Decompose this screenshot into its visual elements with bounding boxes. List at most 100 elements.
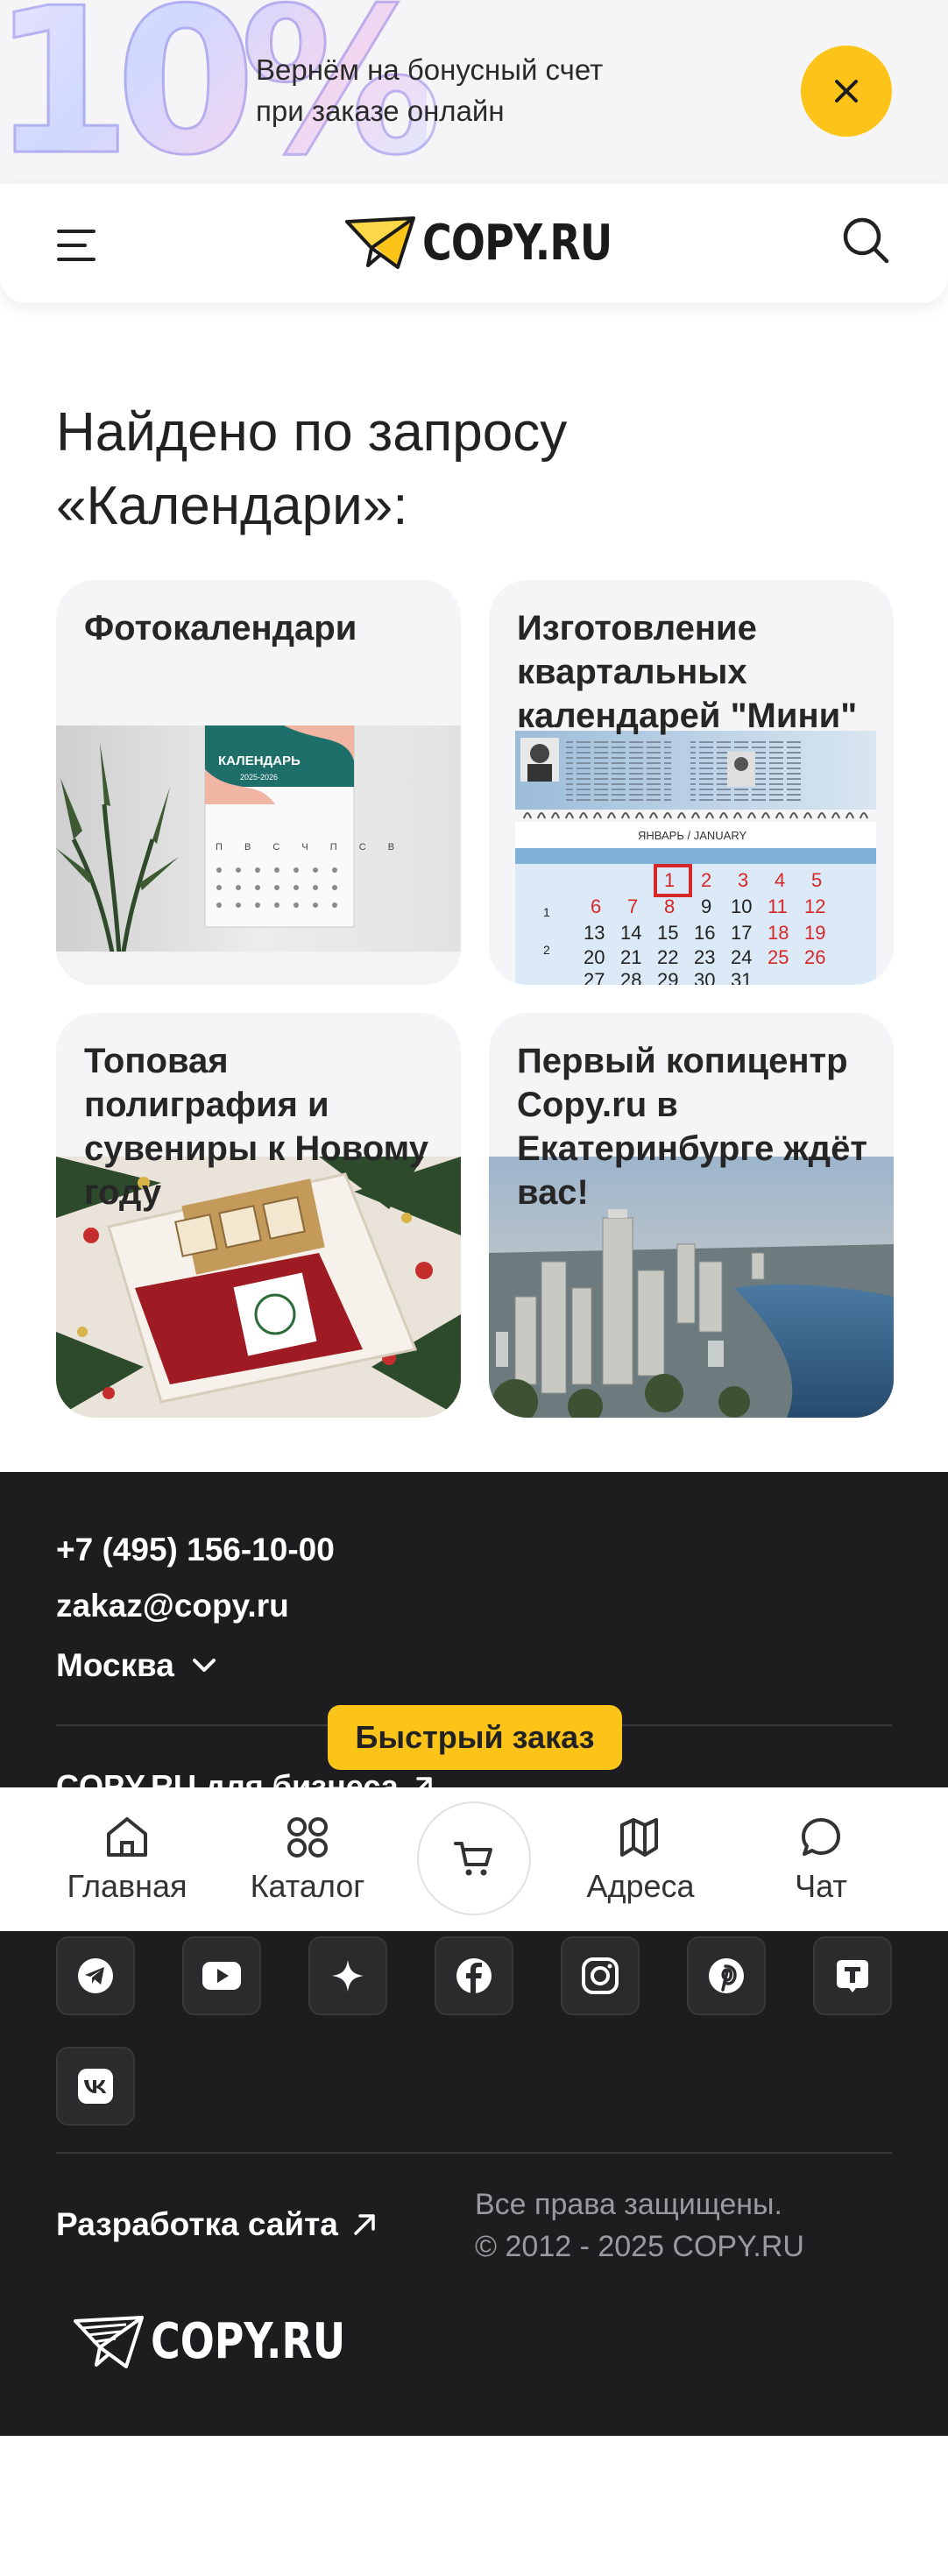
tiktok-button[interactable] [813,1936,892,2015]
svg-text:24: 24 [731,946,752,968]
svg-text:27: 27 [584,969,605,985]
nav-addresses-label: Адреса [586,1868,695,1904]
svg-text:2: 2 [701,869,711,891]
city-label: Москва [56,1647,174,1683]
svg-text:1: 1 [543,905,550,919]
close-icon [835,80,858,103]
svg-text:26: 26 [804,946,825,968]
facebook-button[interactable] [435,1936,513,2015]
sparkle-icon [332,1960,364,1992]
map-icon [620,1818,658,1857]
instagram-icon [582,1957,619,1994]
svg-text:21: 21 [620,946,641,968]
promo-banner[interactable]: 10% Вернём на бонусный счет при заказе о… [0,0,948,184]
svg-text:10: 10 [731,895,752,917]
footer-logo-text: COPY.RU [151,2313,346,2370]
telegram-button[interactable] [56,1936,135,2015]
svg-text:4: 4 [775,869,785,891]
chevron-down-icon [192,1659,216,1672]
result-card-ekaterinburg-center[interactable]: Первый копицентр Copy.ru в Екатеринбурге… [489,1013,894,1418]
svg-text:2: 2 [543,943,550,957]
footer-logo[interactable]: COPY.RU [74,2313,388,2370]
youtube-button[interactable] [182,1936,261,2015]
svg-text:П В С Ч П С В: П В С Ч П С В [216,842,404,853]
vk-icon [78,2069,113,2104]
card-title: Изготовление квартальных календарей "Мин… [517,609,858,735]
chat-icon [802,1818,840,1856]
nav-chat-label: Чат [795,1868,847,1904]
svg-text:3: 3 [738,869,748,891]
svg-text:11: 11 [768,895,788,917]
svg-text:30: 30 [694,969,715,985]
promo-line1: Вернём на бонусный счет [256,53,604,86]
quick-order-button[interactable]: Быстрый заказ [328,1705,622,1770]
svg-text:6: 6 [591,895,601,917]
bottom-nav: Главная Каталог Адреса Чат [0,1787,948,1931]
svg-text:25: 25 [768,946,789,968]
site-header: COPY.RU [0,184,948,303]
search-button[interactable] [839,214,892,271]
facebook-icon [456,1958,492,1993]
paper-plane-logo-icon [74,2315,144,2368]
home-icon [107,1817,147,1857]
svg-text:31: 31 [731,969,752,985]
footer-divider [56,2152,892,2154]
site-development-link[interactable]: Разработка сайта [56,2206,377,2243]
catalog-icon [287,1817,328,1858]
svg-text:КАЛЕНДАРЬ: КАЛЕНДАРЬ [218,754,301,768]
site-logo[interactable]: COPY.RU [345,212,654,273]
arrow-up-right-icon [354,2214,375,2235]
svg-text:ЯНВАРЬ / JANUARY: ЯНВАРЬ / JANUARY [638,829,746,842]
sparkle-button[interactable] [308,1936,387,2015]
svg-text:28: 28 [620,969,641,985]
logo-text: COPY.RU [422,214,612,272]
svg-text:22: 22 [657,946,678,968]
nav-cart[interactable] [417,1801,531,1915]
svg-text:13: 13 [584,922,605,944]
search-icon [843,217,889,264]
nav-chat[interactable]: Чат [746,1787,895,1931]
result-card-new-year-print[interactable]: Топовая полиграфия и сувениры к Новому г… [56,1013,461,1418]
pinterest-icon [709,1958,744,1993]
page-title: Найдено по запросу «Календари»: [56,402,568,536]
menu-button[interactable] [51,219,103,272]
svg-text:12: 12 [804,895,825,917]
svg-text:18: 18 [768,922,789,944]
tiktok-icon [837,1960,868,1992]
promo-line2: при заказе онлайн [256,95,505,127]
svg-text:17: 17 [731,922,752,944]
instagram-button[interactable] [561,1936,640,2015]
result-card-quarterly-calendars[interactable]: Изготовление квартальных календарей "Мин… [489,580,894,985]
nav-home-label: Главная [67,1868,187,1904]
paper-plane-logo-icon [345,216,415,269]
nav-catalog-label: Каталог [250,1868,365,1904]
svg-text:14: 14 [620,922,641,944]
svg-text:9: 9 [701,895,711,917]
card-title: Фотокалендари [84,609,357,648]
city-selector[interactable]: Москва [56,1647,216,1684]
telegram-icon [78,1958,113,1993]
pinterest-button[interactable] [687,1936,766,2015]
card-title: Топовая полиграфия и сувениры к Новому г… [84,1042,428,1212]
card-title: Первый копицентр Copy.ru в Екатеринбурге… [517,1042,867,1212]
svg-text:5: 5 [811,869,822,891]
vk-button[interactable] [56,2047,135,2126]
footer-phone-link[interactable]: +7 (495) 156-10-00 [56,1532,335,1568]
site-development-label: Разработка сайта [56,2206,338,2242]
copyright: Все права защищены. © 2012 - 2025 COPY.R… [475,2188,804,2263]
promo-close-button[interactable] [801,46,892,137]
nav-catalog[interactable]: Каталог [233,1787,382,1931]
svg-text:1: 1 [664,869,675,891]
card-image-quarterly-calendar: ЯНВАРЬ / JANUARY 1 2 12345 6 7 8 9 10 11 12 13… [489,731,894,985]
cart-icon [454,1842,492,1876]
card-image-wall-calendar: КАЛЕНДАРЬ 2025-2026 П В С Ч П С В [56,725,461,985]
footer-email-link[interactable]: zakaz@copy.ru [56,1588,289,1624]
svg-text:8: 8 [664,895,675,917]
result-card-photo-calendars[interactable]: Фотокалендари КАЛЕНДАРЬ 2025-2026 П В С … [56,580,461,985]
nav-home[interactable]: Главная [53,1787,202,1931]
svg-text:29: 29 [657,969,678,985]
nav-addresses[interactable]: Адреса [566,1787,715,1931]
svg-text:16: 16 [694,922,715,944]
site-footer: +7 (495) 156-10-00 zakaz@copy.ru Москва … [0,1472,948,2436]
promo-text: Вернём на бонусный счет при заказе онлай… [256,49,603,131]
